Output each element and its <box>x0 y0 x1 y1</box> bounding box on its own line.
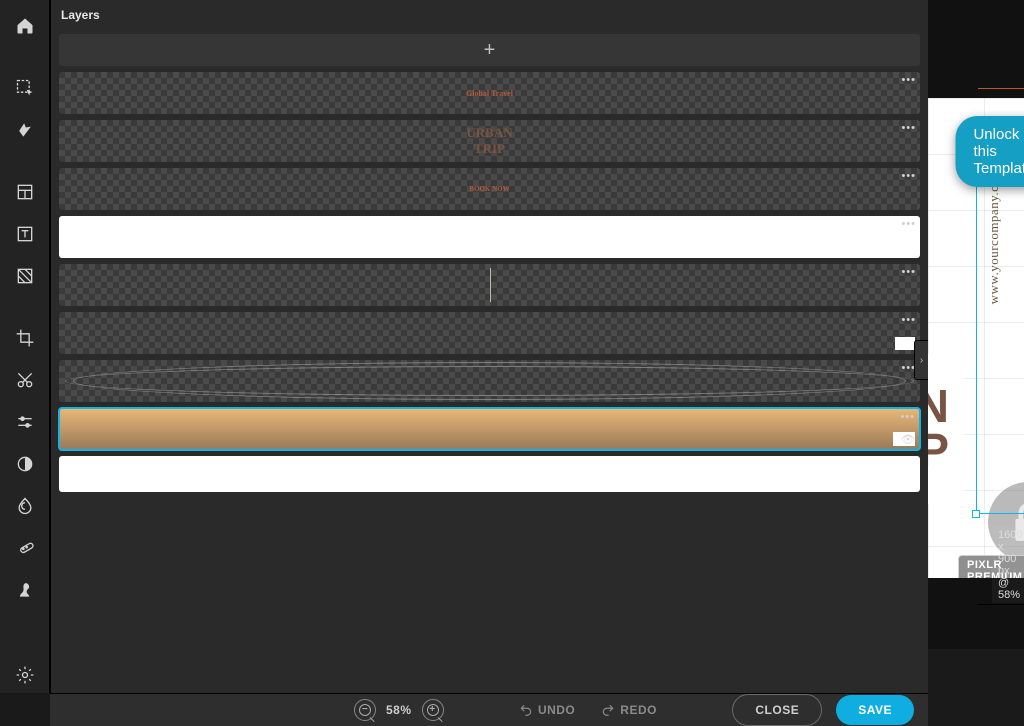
crop-tool-icon[interactable] <box>6 320 44 356</box>
zoom-in-button[interactable]: + <box>422 699 444 721</box>
layers-panel: Layers + •••Global Travel •••URBAN TRIP •••… <box>50 0 928 693</box>
layout-tool-icon[interactable] <box>6 174 44 210</box>
unlock-template-pill[interactable]: Unlock this Template ✕ <box>955 116 1024 187</box>
fill-tool-icon[interactable] <box>6 258 44 294</box>
layers-title: Layers <box>51 0 928 30</box>
home-icon[interactable] <box>6 8 44 44</box>
cut-tool-icon[interactable] <box>6 362 44 398</box>
undo-button[interactable]: UNDO <box>519 703 575 717</box>
draw-tool-icon[interactable] <box>6 572 44 608</box>
zoom-controls: − 58% + <box>354 699 444 721</box>
auto-tool-icon[interactable] <box>6 112 44 148</box>
layer-thumb[interactable]: ••• <box>59 216 920 258</box>
canvas-dimensions: 1600 x 900 px @ 58% <box>992 527 1024 603</box>
layer-thumb[interactable]: •••BOOK NOW <box>59 168 920 210</box>
text-tool-icon[interactable] <box>6 216 44 252</box>
layers-list: + •••Global Travel •••URBAN TRIP •••BOOK NO… <box>51 30 928 693</box>
selection-box[interactable] <box>976 167 1024 514</box>
layer-menu-icon[interactable]: ••• <box>901 266 916 278</box>
redo-button[interactable]: REDO <box>601 703 657 717</box>
settings-icon[interactable] <box>6 657 44 693</box>
close-button[interactable]: CLOSE <box>732 694 822 726</box>
layer-thumb[interactable]: ••• 👁 <box>59 408 920 450</box>
headline-text: URBAN TRIP <box>928 385 950 472</box>
add-layer-button[interactable]: + <box>59 34 920 66</box>
layer-menu-icon[interactable]: ••• <box>900 411 915 423</box>
layer-menu-icon[interactable]: ••• <box>901 218 916 230</box>
zoom-out-button[interactable]: − <box>354 699 376 721</box>
liquify-tool-icon[interactable] <box>6 488 44 524</box>
layer-thumb[interactable]: ••• <box>59 264 920 306</box>
left-toolbar <box>0 0 50 693</box>
visibility-icon[interactable]: 👁 <box>901 433 915 446</box>
panel-expand-handle[interactable]: › <box>914 340 928 380</box>
unlock-label: Unlock this Template <box>973 126 1024 177</box>
select-tool-icon[interactable] <box>6 70 44 106</box>
layer-thumb[interactable]: ••• <box>59 360 920 402</box>
heal-tool-icon[interactable] <box>6 530 44 566</box>
history-controls: UNDO REDO <box>519 703 657 717</box>
document[interactable]: ✕ Global Travel URBAN TRIP BOOK NOW www.… <box>928 98 1024 578</box>
canvas-stage[interactable]: ✕ Global Travel URBAN TRIP BOOK NOW www.… <box>928 0 1024 649</box>
layer-thumb[interactable]: •••URBAN TRIP <box>59 120 920 162</box>
adjust-tool-icon[interactable] <box>6 404 44 440</box>
resize-handle[interactable] <box>972 510 980 518</box>
contrast-tool-icon[interactable] <box>6 446 44 482</box>
layer-thumb[interactable]: ••• <box>59 312 920 354</box>
layer-thumb[interactable] <box>59 456 920 492</box>
headline-card[interactable]: URBAN TRIP <box>928 354 964 504</box>
save-button[interactable]: SAVE <box>836 695 914 725</box>
layer-thumb[interactable]: •••Global Travel <box>59 72 920 114</box>
bottom-bar: − 58% + UNDO REDO CLOSE SAVE <box>50 693 928 726</box>
layer-menu-icon[interactable]: ••• <box>901 314 916 326</box>
zoom-value: 58% <box>386 703 412 717</box>
